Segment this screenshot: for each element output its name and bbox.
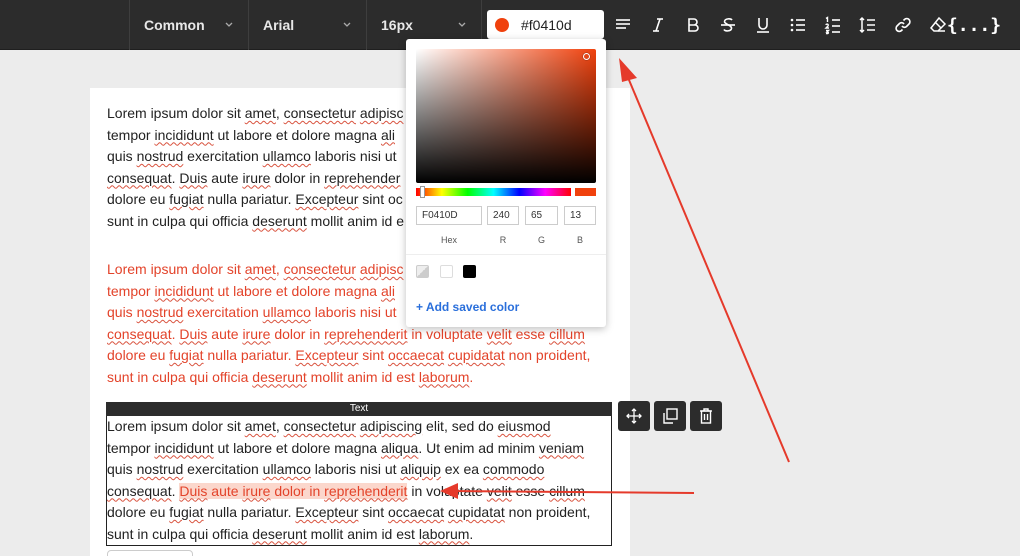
style-select-value: Common	[144, 17, 205, 33]
add-saved-color-link[interactable]: + Add saved color	[416, 300, 519, 314]
blue-input[interactable]: 13	[564, 206, 596, 225]
style-select[interactable]: Common	[129, 0, 248, 50]
move-block-button[interactable]	[618, 401, 650, 431]
text-line: dolore eu fugiat nulla pariatur. Excepte…	[107, 347, 591, 363]
text-line: consequat. Duis aute irure dolor in repr…	[107, 482, 585, 499]
line-height-icon	[859, 16, 875, 34]
text-line: sunt in culpa qui officia deserunt molli…	[107, 368, 474, 385]
align-button[interactable]	[606, 0, 640, 50]
green-label: G	[537, 235, 545, 245]
bullet-list-button[interactable]	[781, 0, 815, 50]
text-line: dolore eu fugiat nulla pariatur. Excepte…	[107, 504, 591, 520]
picker-divider	[406, 254, 606, 255]
move-icon	[626, 408, 642, 424]
bold-icon	[688, 18, 699, 32]
link-button[interactable]	[886, 0, 920, 50]
text-line: Lorem ipsum dolor sit amet, consectetur …	[107, 418, 551, 434]
red-label: R	[499, 235, 507, 245]
red-input[interactable]: 240	[487, 206, 519, 225]
trash-icon	[700, 408, 712, 424]
numbered-list-icon	[824, 16, 840, 35]
align-left-icon	[616, 19, 630, 29]
text-line: tempor incididunt ut labore et dolore ma…	[107, 439, 585, 456]
font-size-value: 16px	[381, 17, 413, 33]
strikethrough-button[interactable]	[711, 0, 745, 50]
color-swatch	[495, 17, 509, 32]
add-block-placeholder[interactable]	[107, 550, 193, 556]
blue-label: B	[576, 235, 583, 245]
saved-color-transparent[interactable]	[416, 265, 429, 278]
strikethrough-icon	[721, 18, 735, 32]
underline-icon	[757, 18, 769, 33]
merge-tags-button[interactable]: {...}	[947, 0, 1001, 50]
duplicate-icon	[663, 408, 678, 424]
line-height-button[interactable]	[851, 0, 885, 50]
bullet-list-icon	[790, 18, 805, 32]
saved-color-black[interactable]	[463, 265, 476, 278]
duplicate-block-button[interactable]	[654, 401, 686, 431]
text-block-selected[interactable]: Lorem ipsum dolor sit amet, consectetur …	[107, 416, 612, 545]
color-picker-popover: F0410D 240 65 13 Hex R G B + Add saved c…	[406, 39, 606, 327]
chevron-down-icon	[458, 22, 466, 27]
chevron-down-icon	[225, 22, 233, 27]
bold-button[interactable]	[676, 0, 710, 50]
hue-handle[interactable]	[420, 186, 425, 198]
hex-label: Hex	[440, 235, 457, 245]
chevron-down-icon	[343, 22, 351, 27]
eraser-icon	[929, 16, 947, 32]
italic-button[interactable]	[641, 0, 675, 50]
numbered-list-button[interactable]	[816, 0, 850, 50]
saturation-value-area[interactable]	[416, 49, 596, 183]
color-hex-value: #f0410d	[521, 16, 572, 33]
highlighted-selection: Duis aute irure dolor in reprehenderit	[179, 482, 408, 499]
hue-slider[interactable]	[416, 188, 571, 196]
font-select[interactable]: Arial	[248, 0, 366, 50]
italic-icon	[653, 18, 663, 32]
underline-button[interactable]	[746, 0, 780, 50]
block-actions	[618, 401, 722, 431]
block-type-label: Text	[106, 402, 612, 416]
link-icon	[895, 17, 911, 33]
saturation-handle[interactable]	[583, 53, 590, 60]
current-color-swatch	[575, 188, 596, 196]
font-select-value: Arial	[263, 17, 295, 33]
code-braces-label: {...}	[946, 14, 1002, 36]
delete-block-button[interactable]	[690, 401, 722, 431]
text-line: sunt in culpa qui officia deserunt molli…	[107, 525, 474, 542]
text-line: quis nostrud exercitation ullamco labori…	[107, 461, 545, 477]
text-color-button[interactable]: #f0410d	[487, 10, 604, 39]
saved-color-white[interactable]	[440, 265, 453, 278]
hex-input[interactable]: F0410D	[416, 206, 482, 225]
green-input[interactable]: 65	[525, 206, 558, 225]
arrow-head	[619, 58, 637, 82]
